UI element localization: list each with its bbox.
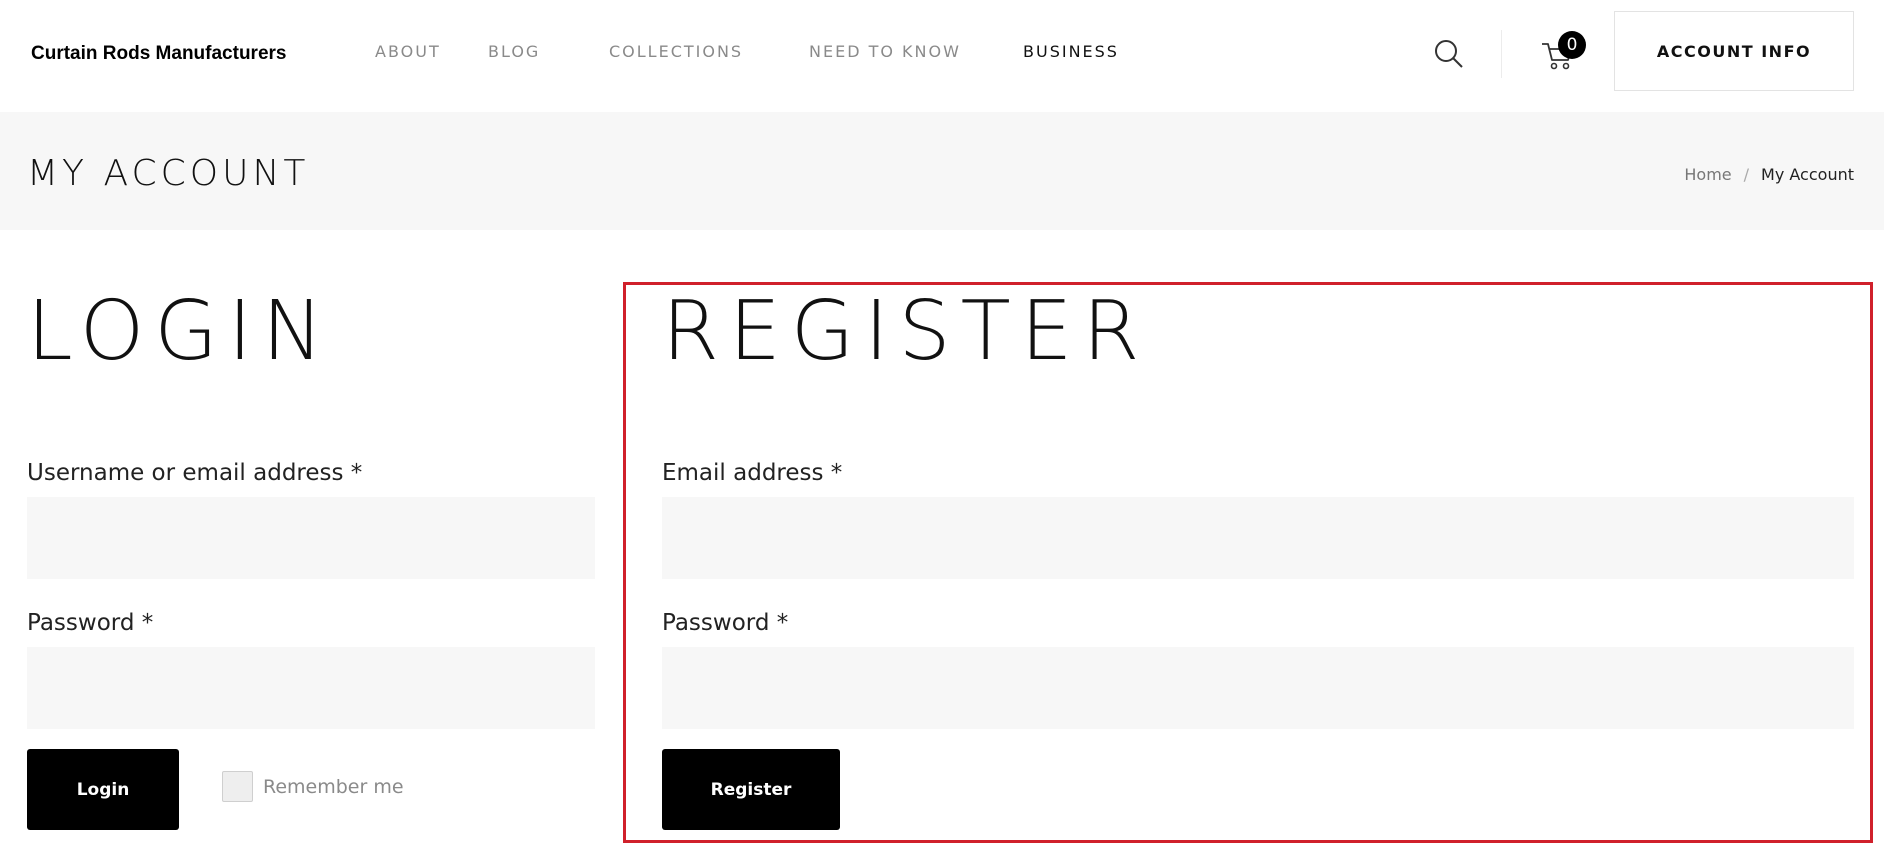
nav-need-to-know[interactable]: NEED TO KNOW — [809, 42, 961, 61]
username-label: Username or email address * — [27, 460, 363, 486]
login-section: LOGIN Username or email address * Passwo… — [27, 282, 595, 830]
site-logo[interactable]: Curtain Rods Manufacturers — [31, 43, 286, 65]
register-email-input[interactable] — [662, 497, 1854, 579]
search-icon[interactable] — [1433, 38, 1465, 70]
login-password-label: Password * — [27, 610, 154, 636]
register-section: REGISTER Email address * Password * Regi… — [662, 282, 1854, 830]
remember-me-checkbox[interactable] — [222, 771, 253, 802]
username-input[interactable] — [27, 497, 595, 579]
page-title: MY ACCOUNT — [27, 153, 310, 194]
account-info-button[interactable]: ACCOUNT INFO — [1614, 11, 1854, 91]
site-header: Curtain Rods Manufacturers ABOUT BLOG CO… — [0, 0, 1884, 112]
register-email-label: Email address * — [662, 460, 843, 486]
login-password-input[interactable] — [27, 647, 595, 729]
login-heading: LOGIN — [27, 284, 334, 379]
breadcrumb-separator: / — [1743, 165, 1750, 184]
remember-me-label: Remember me — [263, 775, 404, 798]
register-password-input[interactable] — [662, 647, 1854, 729]
remember-me[interactable]: Remember me — [222, 771, 404, 802]
nav-blog[interactable]: BLOG — [488, 42, 540, 61]
register-button[interactable]: Register — [662, 749, 840, 830]
nav-collections[interactable]: COLLECTIONS — [609, 42, 743, 61]
page-title-band: MY ACCOUNT Home / My Account — [0, 112, 1884, 230]
breadcrumb: Home / My Account — [1684, 165, 1854, 184]
cart-count-badge: 0 — [1558, 31, 1586, 59]
nav-business[interactable]: BUSINESS — [1023, 42, 1119, 61]
login-button[interactable]: Login — [27, 749, 179, 830]
breadcrumb-current: My Account — [1761, 165, 1854, 184]
register-password-label: Password * — [662, 610, 789, 636]
header-divider — [1501, 30, 1502, 78]
register-heading: REGISTER — [662, 284, 1150, 379]
breadcrumb-home[interactable]: Home — [1684, 165, 1731, 184]
nav-about[interactable]: ABOUT — [375, 42, 441, 61]
